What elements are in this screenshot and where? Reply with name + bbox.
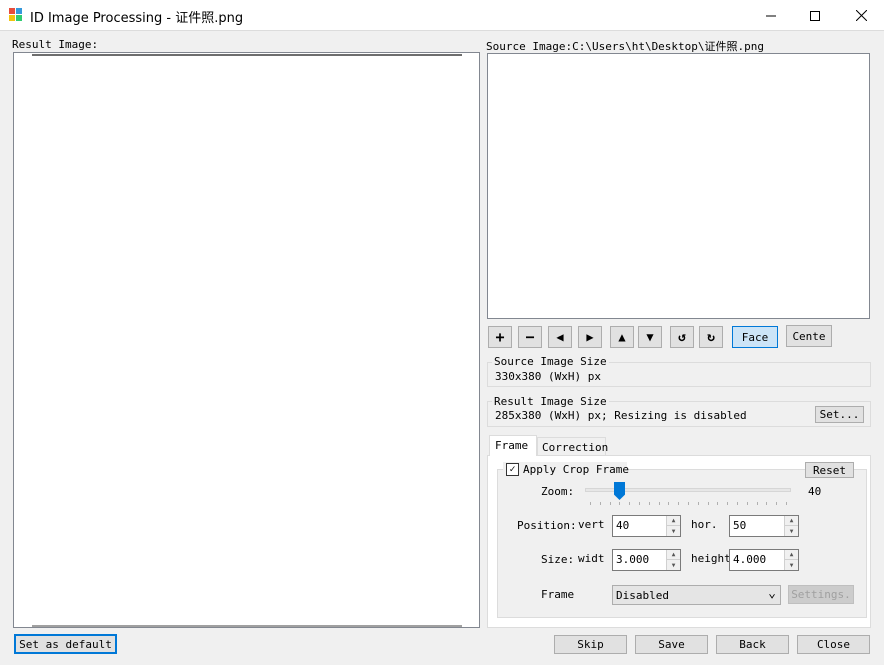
frame-label: Frame (541, 588, 575, 601)
tab-correction-label: Correction (542, 441, 609, 454)
slider-tick (747, 502, 748, 505)
slider-tick (737, 502, 738, 505)
width-stepper[interactable]: 3.000 ▲ ▼ (612, 549, 681, 571)
vert-value: 40 (616, 519, 630, 532)
close-button[interactable]: Close (797, 635, 870, 654)
center-button[interactable]: Cente (786, 325, 832, 347)
apply-crop-checkbox[interactable]: ✓ (506, 463, 519, 476)
source-image-size-title: Source Image Size (492, 355, 609, 368)
hor-stepper[interactable]: 50 ▲ ▼ (729, 515, 799, 537)
vert-stepper[interactable]: 40 ▲ ▼ (612, 515, 681, 537)
close-icon (855, 10, 867, 21)
slider-tick (668, 502, 669, 505)
slider-tick (776, 502, 777, 505)
move-down-button[interactable]: ▼ (638, 326, 662, 348)
slider-tick (708, 502, 709, 505)
spin-down-icon[interactable]: ▼ (785, 526, 798, 536)
slider-tick (600, 502, 601, 505)
hor-stepper-buttons[interactable]: ▲ ▼ (784, 516, 798, 536)
rotate-ccw-button[interactable]: ↺ (670, 326, 694, 348)
spin-down-icon[interactable]: ▼ (785, 560, 798, 570)
slider-tick (688, 502, 689, 505)
slider-tick (698, 502, 699, 505)
spin-up-icon[interactable]: ▲ (667, 550, 680, 560)
source-image-label: Source Image:C:\Users\ht\Desktop\证件照.png (486, 40, 765, 53)
height-value: 4.000 (733, 553, 767, 566)
spin-down-icon[interactable]: ▼ (667, 560, 680, 570)
slider-tick (678, 502, 679, 505)
position-label: Position: (517, 519, 577, 532)
spin-down-icon[interactable]: ▼ (667, 526, 680, 536)
title-bar: ID Image Processing - 证件照.png (0, 0, 884, 31)
maximize-icon (810, 10, 820, 21)
apply-crop-label: Apply Crop Frame (523, 463, 629, 476)
zoom-out-button[interactable]: − (518, 326, 542, 348)
source-image-size-value: 330x380 (WxH) px (495, 370, 601, 383)
result-image-panel (13, 52, 480, 628)
minimize-button[interactable] (748, 0, 794, 31)
slider-tick (619, 502, 620, 505)
slider-tick (629, 502, 630, 505)
zoom-value: 40 (808, 485, 822, 498)
window-title: ID Image Processing - 证件照.png (30, 11, 244, 26)
close-window-button[interactable] (838, 0, 884, 31)
hor-value: 50 (733, 519, 747, 532)
slider-tick (639, 502, 640, 505)
chevron-down-icon: ⌄ (768, 586, 776, 601)
tab-frame-label: Frame (495, 439, 529, 452)
width-stepper-buttons[interactable]: ▲ ▼ (666, 550, 680, 570)
app-icon (9, 8, 22, 21)
save-button[interactable]: Save (635, 635, 708, 654)
back-button[interactable]: Back (716, 635, 789, 654)
height-label: height (691, 552, 731, 565)
result-image-size-title: Result Image Size (492, 395, 609, 408)
result-image-top-edge (32, 54, 462, 56)
slider-tick (610, 502, 611, 505)
tab-correction[interactable]: Correction (537, 437, 609, 455)
slider-tick (766, 502, 767, 505)
width-label: widt (578, 552, 605, 565)
maximize-button[interactable] (792, 0, 838, 31)
result-image-bottom-edge (32, 625, 462, 627)
height-stepper[interactable]: 4.000 ▲ ▼ (729, 549, 799, 571)
slider-tick (659, 502, 660, 505)
tab-frame[interactable]: Frame (489, 435, 537, 456)
zoom-label: Zoom: (541, 485, 575, 498)
slider-tick (727, 502, 728, 505)
face-button[interactable]: Face (732, 326, 778, 348)
vert-label: vert (578, 518, 605, 531)
set-as-default-button[interactable]: Set as default (14, 634, 117, 654)
spin-up-icon[interactable]: ▲ (667, 516, 680, 526)
frame-select[interactable]: Disabled ⌄ (612, 585, 781, 605)
vert-stepper-buttons[interactable]: ▲ ▼ (666, 516, 680, 536)
slider-tick (590, 502, 591, 505)
result-image-size-value: 285x380 (WxH) px; Resizing is disabled (495, 409, 747, 422)
slider-tick (649, 502, 650, 505)
frame-select-value: Disabled (616, 589, 669, 602)
height-stepper-buttons[interactable]: ▲ ▼ (784, 550, 798, 570)
rotate-cw-button[interactable]: ↻ (699, 326, 723, 348)
move-up-button[interactable]: ▲ (610, 326, 634, 348)
width-value: 3.000 (616, 553, 650, 566)
spin-up-icon[interactable]: ▲ (785, 550, 798, 560)
source-image-panel (487, 53, 870, 319)
size-label: Size: (541, 553, 575, 566)
settings-button[interactable]: Settings. (788, 585, 854, 604)
move-left-button[interactable]: ◀ (548, 326, 572, 348)
result-image-label: Result Image: (12, 38, 99, 51)
slider-tick (786, 502, 787, 505)
move-right-button[interactable]: ▶ (578, 326, 602, 348)
hor-label: hor. (691, 518, 718, 531)
slider-tick (757, 502, 758, 505)
reset-button[interactable]: Reset (805, 462, 854, 478)
set-size-button[interactable]: Set... (815, 406, 864, 423)
slider-tick (717, 502, 718, 505)
minimize-icon (766, 15, 776, 16)
skip-button[interactable]: Skip (554, 635, 627, 654)
zoom-in-button[interactable]: + (488, 326, 512, 348)
spin-up-icon[interactable]: ▲ (785, 516, 798, 526)
